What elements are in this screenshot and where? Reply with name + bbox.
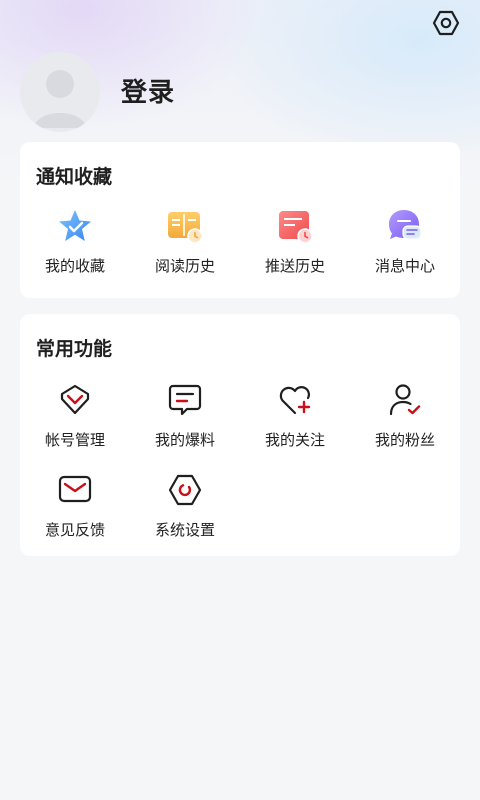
common-functions-card: 常用功能 帐号管理 我的爆料 我的关注 我的粉丝 意见反馈 系统设置 [20, 314, 460, 556]
system-settings-button[interactable]: 系统设置 [130, 472, 240, 552]
my-follows-button[interactable]: 我的关注 [240, 382, 350, 462]
notify-card: 通知收藏 我的收藏 阅读历史 推送历史 消息中心 [20, 142, 460, 298]
account-shield-icon [60, 384, 90, 415]
user-check-icon [389, 384, 421, 416]
reading-history-label: 阅读历史 [154, 257, 215, 275]
my-reports-button[interactable]: 我的爆料 [130, 382, 240, 462]
account-management-button[interactable]: 帐号管理 [20, 382, 130, 462]
my-reports-label: 我的爆料 [154, 431, 215, 449]
my-fans-button[interactable]: 我的粉丝 [350, 382, 460, 462]
settings-hexagon-icon [168, 474, 202, 506]
calendar-clock-icon [279, 211, 313, 244]
book-clock-icon [168, 212, 203, 244]
hexagon-settings-icon [432, 10, 460, 36]
system-settings-label: 系统设置 [154, 521, 215, 539]
default-avatar-icon [34, 70, 86, 128]
push-history-button[interactable]: 推送历史 [240, 208, 350, 288]
comment-icon [168, 384, 202, 416]
push-history-label: 推送历史 [264, 257, 325, 275]
mail-icon [58, 475, 92, 503]
my-favorites-button[interactable]: 我的收藏 [20, 208, 130, 288]
avatar[interactable] [20, 52, 100, 132]
feedback-label: 意见反馈 [44, 521, 105, 539]
message-center-label: 消息中心 [374, 257, 435, 275]
login-link[interactable]: 登录 [121, 72, 175, 109]
message-center-button[interactable]: 消息中心 [350, 208, 460, 288]
my-follows-label: 我的关注 [264, 431, 325, 449]
chat-bubble-icon [389, 210, 422, 240]
heart-plus-icon [279, 386, 311, 415]
account-management-label: 帐号管理 [44, 431, 105, 449]
reading-history-button[interactable]: 阅读历史 [130, 208, 240, 288]
feedback-button[interactable]: 意见反馈 [20, 472, 130, 552]
my-fans-label: 我的粉丝 [374, 431, 435, 449]
common-card-title: 常用功能 [36, 338, 113, 360]
settings-button[interactable] [430, 7, 462, 39]
my-favorites-label: 我的收藏 [44, 257, 105, 275]
notify-card-title: 通知收藏 [36, 166, 113, 188]
star-icon [59, 210, 91, 241]
